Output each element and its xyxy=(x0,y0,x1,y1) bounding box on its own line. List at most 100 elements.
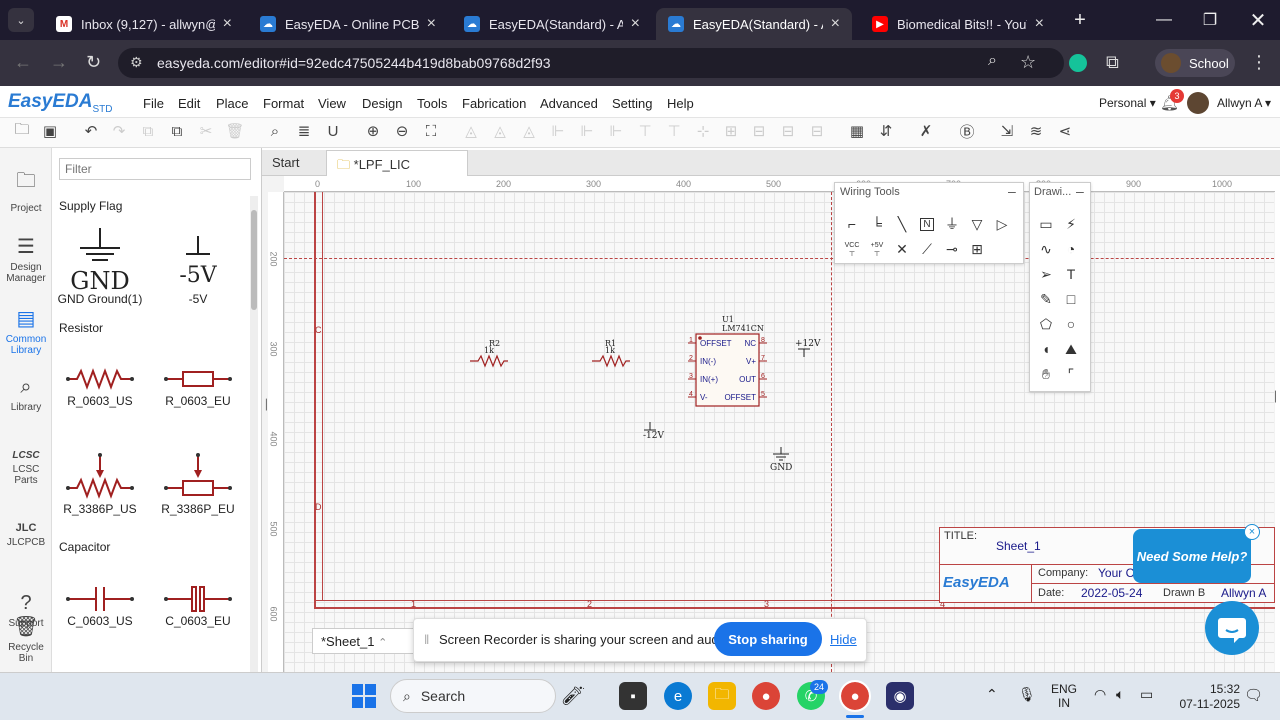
reload-icon[interactable]: ↻ xyxy=(86,52,101,73)
right-panel-toggle[interactable]: ▏ xyxy=(1275,392,1280,403)
user-avatar[interactable] xyxy=(1187,92,1209,114)
undo-icon[interactable]: ↶ xyxy=(80,120,102,142)
menu-place[interactable]: Place xyxy=(216,96,249,111)
import-icon[interactable]: ⇲ xyxy=(996,120,1018,142)
library-scroll-thumb[interactable] xyxy=(251,210,257,310)
menu-tools[interactable]: Tools xyxy=(417,96,447,111)
arc-icon[interactable]: ◔ xyxy=(1061,239,1081,259)
close-icon[interactable]: × xyxy=(631,15,640,33)
close-icon[interactable]: × xyxy=(1035,15,1044,33)
origin-icon[interactable]: ⌜ xyxy=(1061,364,1081,384)
rectangle-icon[interactable]: □ xyxy=(1061,289,1081,309)
distribute-h-icon[interactable]: ⊤ xyxy=(634,120,656,142)
chat-bubble-icon[interactable] xyxy=(1205,601,1259,655)
plus5v-icon[interactable]: +5V ┬ xyxy=(867,239,887,259)
stop-sharing-button[interactable]: Stop sharing xyxy=(714,622,822,656)
redo-icon[interactable]: ↷ xyxy=(108,120,130,142)
pin-icon[interactable]: ⊸ xyxy=(942,239,962,259)
browser-tab[interactable]: ▶ Biomedical Bits!! - YouTu × xyxy=(860,8,1056,40)
menu-edit[interactable]: Edit xyxy=(178,96,200,111)
image-icon[interactable]: ▦ xyxy=(846,120,868,142)
wire-icon[interactable]: ⌐ xyxy=(842,214,862,234)
ellipse-icon[interactable]: ○ xyxy=(1061,314,1081,334)
close-icon[interactable]: × xyxy=(1244,524,1260,540)
align-text-icon[interactable]: ≣ xyxy=(293,120,315,142)
cut-icon[interactable]: ✂ xyxy=(195,120,217,142)
menu-file[interactable]: File xyxy=(143,96,164,111)
close-icon[interactable]: × xyxy=(831,15,840,33)
rail-jlcpcb[interactable]: JLC JLCPCB xyxy=(0,522,52,548)
user-dropdown[interactable]: Allwyn A ▾ xyxy=(1217,96,1271,110)
clock[interactable]: 15:32 07-11-2025 xyxy=(1176,682,1241,712)
align-center-icon[interactable]: ⊩ xyxy=(605,120,627,142)
layers-icon[interactable]: ≋ xyxy=(1025,120,1047,142)
rail-common-library[interactable]: ▤ Common Library xyxy=(0,306,52,356)
duplicate-icon[interactable]: ⧉ xyxy=(166,120,188,142)
distribute-v-icon[interactable]: ⊤ xyxy=(663,120,685,142)
rail-project[interactable]: 🗀 Project xyxy=(0,166,52,214)
rail-recycle-bin[interactable]: 🗑︎ Recycle Bin xyxy=(0,614,52,664)
freehand-icon[interactable]: ✎ xyxy=(1036,289,1056,309)
zoom-out-icon[interactable]: ⊖ xyxy=(391,120,413,142)
back-icon[interactable]: ← xyxy=(14,52,32,73)
left-panel-toggle[interactable]: ▕ xyxy=(259,400,267,411)
align-bottom-icon[interactable]: ⊩ xyxy=(547,120,569,142)
design-check-icon[interactable]: ✗ xyxy=(915,120,937,142)
menu-view[interactable]: View xyxy=(318,96,346,111)
minimize-icon[interactable]: — xyxy=(1144,6,1184,34)
lib-item-r-eu[interactable]: R_0603_EU xyxy=(150,364,246,408)
open-folder-icon[interactable]: 🗀 xyxy=(11,120,33,142)
restore-icon[interactable]: ❐ xyxy=(1190,6,1230,34)
menu-design[interactable]: Design xyxy=(362,96,402,111)
new-tab-button[interactable]: + xyxy=(1060,6,1100,34)
copy-icon[interactable]: ⧉ xyxy=(137,120,159,142)
window-close-icon[interactable]: ✕ xyxy=(1238,6,1278,34)
bus-icon[interactable]: ╘ xyxy=(867,214,887,234)
browser-menu-icon[interactable]: ⋮ xyxy=(1250,52,1268,73)
language-indicator[interactable]: ENG IN xyxy=(1050,682,1078,710)
need-help-popup[interactable]: Need Some Help? xyxy=(1133,529,1251,583)
arrow-icon[interactable]: ➢ xyxy=(1036,264,1056,284)
share-icon[interactable]: ⋖ xyxy=(1054,120,1076,142)
save-icon[interactable]: ▣ xyxy=(39,120,61,142)
windows-start-icon[interactable] xyxy=(352,684,376,708)
hide-link[interactable]: Hide xyxy=(830,632,857,647)
menu-advanced[interactable]: Advanced xyxy=(540,96,598,111)
grammarly-icon[interactable] xyxy=(1069,54,1087,72)
lib-item-m5v[interactable]: -5V -5V xyxy=(150,234,246,306)
chrome-profile-icon[interactable]: ● xyxy=(839,680,871,712)
file-explorer-icon[interactable]: 🗀 xyxy=(708,682,736,710)
tab-search-button[interactable]: ⌄ xyxy=(8,8,34,32)
browser-tab-active[interactable]: ☁ EasyEDA(Standard) - A Si × xyxy=(656,8,852,40)
menu-format[interactable]: Format xyxy=(263,96,304,111)
net-label-icon[interactable]: N xyxy=(917,214,937,234)
align-right-icon[interactable]: ◬ xyxy=(489,120,511,142)
vcc-icon[interactable]: VCC ┬ xyxy=(842,239,862,259)
rail-design-manager[interactable]: ☰ Design Manager xyxy=(0,234,52,284)
library-filter-input[interactable] xyxy=(59,158,251,180)
lib-item-c-eu[interactable]: C_0603_EU xyxy=(150,584,246,628)
close-icon[interactable]: × xyxy=(427,15,436,33)
distribute-icon[interactable]: ⊹ xyxy=(692,120,714,142)
taskbar-search[interactable]: ⌕ Search xyxy=(390,679,556,713)
tray-overflow-icon[interactable]: ⌃ xyxy=(986,686,998,703)
site-info-icon[interactable]: ⚙ xyxy=(130,54,143,71)
edge-icon[interactable]: e xyxy=(664,682,692,710)
battery-icon[interactable]: ▭ xyxy=(1140,686,1153,703)
layers-convert-icon[interactable]: ⇵ xyxy=(875,120,897,142)
delete-icon[interactable]: 🗑︎ xyxy=(224,120,246,142)
group-icon[interactable]: ⊟ xyxy=(748,120,770,142)
align-top-icon[interactable]: ◬ xyxy=(518,120,540,142)
arrange-icon[interactable]: ⊟ xyxy=(806,120,828,142)
netflag-icon[interactable]: ▷ xyxy=(992,214,1012,234)
group-net-icon[interactable]: ⊞ xyxy=(967,239,987,259)
space-icon[interactable]: ⊞ xyxy=(720,120,742,142)
browser-tab[interactable]: M Inbox (9,127) - allwyn@k × xyxy=(44,8,244,40)
line-icon[interactable]: ⚡ xyxy=(1061,214,1081,234)
sheet-tab[interactable]: *Sheet_1 ⌃ xyxy=(312,628,416,654)
align-middle-icon[interactable]: ⊩ xyxy=(576,120,598,142)
no-connect-icon[interactable]: ✕ xyxy=(892,239,912,259)
menu-setting[interactable]: Setting xyxy=(612,96,652,111)
microphone-icon[interactable]: 🎙︎ xyxy=(1018,686,1036,703)
bezier-icon[interactable]: ∿ xyxy=(1036,239,1056,259)
